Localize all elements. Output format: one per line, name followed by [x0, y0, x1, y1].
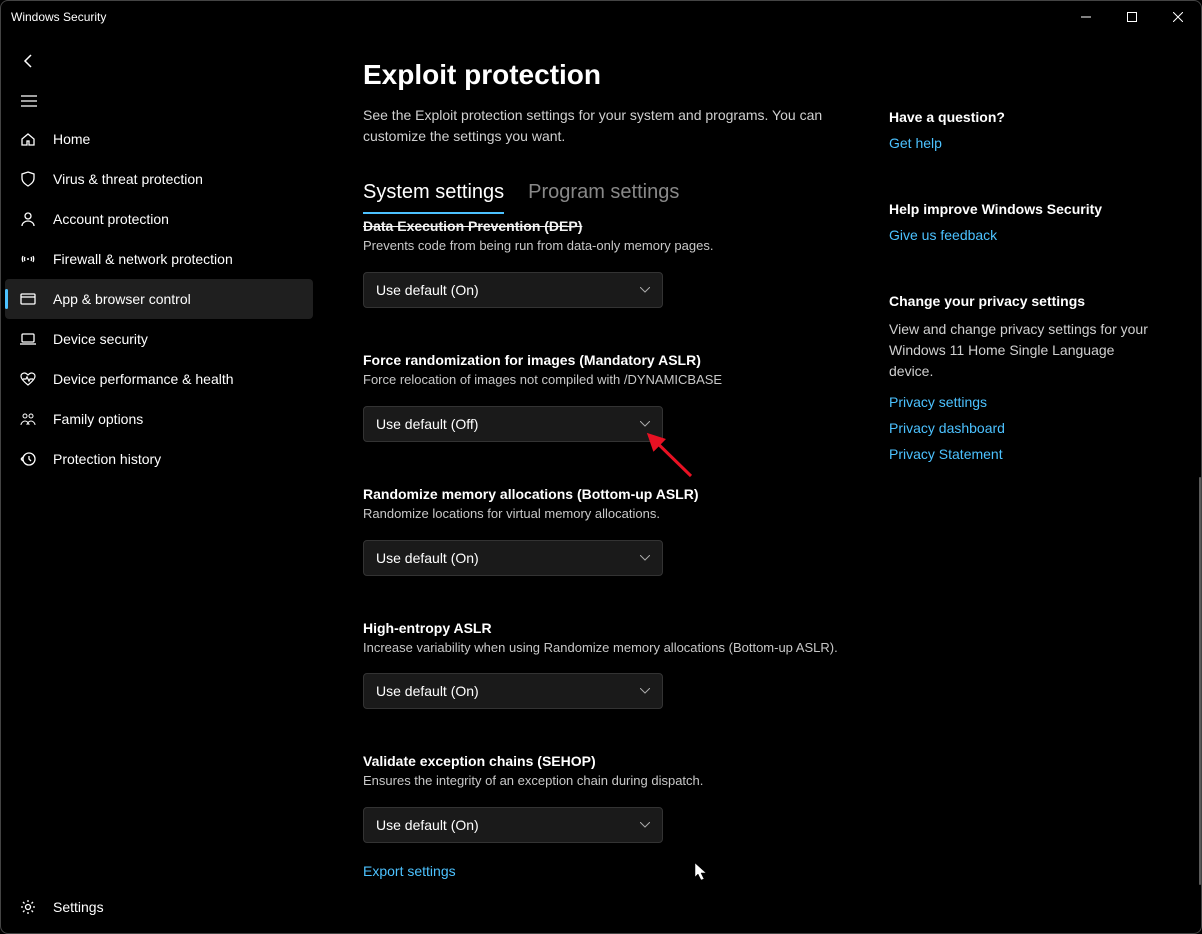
chevron-down-icon [640, 822, 650, 828]
setting-high-entropy-aslr: High-entropy ASLR Increase variability w… [363, 620, 839, 710]
dropdown-value: Use default (Off) [376, 416, 478, 432]
chevron-down-icon [640, 287, 650, 293]
sidebar: Home Virus & threat protection Account p… [1, 119, 319, 933]
sidebar-item-label: Family options [53, 411, 143, 427]
page-description: See the Exploit protection settings for … [363, 105, 833, 147]
chevron-down-icon [640, 688, 650, 694]
improve-group: Help improve Windows Security Give us fe… [889, 201, 1149, 243]
title-bar: Windows Security [1, 1, 1201, 33]
content: Exploit protection See the Exploit prote… [319, 119, 859, 933]
minimize-icon [1081, 12, 1091, 22]
dropdown-value: Use default (On) [376, 683, 479, 699]
help-title: Have a question? [889, 109, 1149, 125]
right-column: Have a question? Get help Help improve W… [859, 119, 1149, 933]
sidebar-item-performance[interactable]: Device performance & health [5, 359, 313, 399]
setting-sehop: Validate exception chains (SEHOP) Ensure… [363, 753, 839, 843]
main: Exploit protection See the Exploit prote… [319, 119, 1201, 933]
sidebar-item-label: Protection history [53, 451, 161, 467]
privacy-statement-link[interactable]: Privacy Statement [889, 446, 1149, 462]
gear-icon [19, 898, 37, 916]
back-button[interactable] [9, 41, 49, 81]
privacy-text: View and change privacy settings for you… [889, 319, 1149, 382]
laptop-icon [19, 330, 37, 348]
setting-desc: Force relocation of images not compiled … [363, 371, 839, 390]
dropdown-sehop[interactable]: Use default (On) [363, 807, 663, 843]
tabs: System settings Program settings [363, 181, 859, 214]
sidebar-item-label: App & browser control [53, 291, 191, 307]
sidebar-item-label: Settings [53, 899, 104, 915]
dropdown-value: Use default (On) [376, 817, 479, 833]
settings-scroll[interactable]: Data Execution Prevention (DEP) Prevents… [363, 214, 859, 894]
privacy-group: Change your privacy settings View and ch… [889, 293, 1149, 462]
dropdown-value: Use default (On) [376, 282, 479, 298]
sidebar-item-app-browser[interactable]: App & browser control [5, 279, 313, 319]
sidebar-item-family[interactable]: Family options [5, 399, 313, 439]
shield-icon [19, 170, 37, 188]
get-help-link[interactable]: Get help [889, 135, 1149, 151]
privacy-dashboard-link[interactable]: Privacy dashboard [889, 420, 1149, 436]
window-title: Windows Security [11, 10, 106, 24]
close-icon [1173, 12, 1183, 22]
history-icon [19, 450, 37, 468]
family-icon [19, 410, 37, 428]
person-icon [19, 210, 37, 228]
privacy-title: Change your privacy settings [889, 293, 1149, 309]
sidebar-item-account[interactable]: Account protection [5, 199, 313, 239]
home-icon [19, 130, 37, 148]
chevron-down-icon [640, 555, 650, 561]
dropdown-bottomup-aslr[interactable]: Use default (On) [363, 540, 663, 576]
dropdown-high-entropy-aslr[interactable]: Use default (On) [363, 673, 663, 709]
sidebar-item-label: Device performance & health [53, 371, 234, 387]
feedback-link[interactable]: Give us feedback [889, 227, 1149, 243]
back-arrow-icon [21, 53, 37, 69]
sidebar-item-label: Device security [53, 331, 148, 347]
chevron-down-icon [640, 421, 650, 427]
sidebar-item-firewall[interactable]: Firewall & network protection [5, 239, 313, 279]
sidebar-item-label: Firewall & network protection [53, 251, 233, 267]
antenna-icon [19, 250, 37, 268]
close-button[interactable] [1155, 1, 1201, 33]
dropdown-mandatory-aslr[interactable]: Use default (Off) [363, 406, 663, 442]
dropdown-value: Use default (On) [376, 550, 479, 566]
setting-desc: Randomize locations for virtual memory a… [363, 505, 839, 524]
setting-mandatory-aslr: Force randomization for images (Mandator… [363, 352, 839, 442]
tab-program-settings[interactable]: Program settings [528, 181, 679, 214]
sidebar-item-device-security[interactable]: Device security [5, 319, 313, 359]
scrollbar[interactable] [1199, 477, 1201, 885]
sidebar-item-settings[interactable]: Settings [5, 887, 319, 927]
sidebar-item-virus[interactable]: Virus & threat protection [5, 159, 313, 199]
setting-title: Randomize memory allocations (Bottom-up … [363, 486, 839, 502]
setting-dep: Data Execution Prevention (DEP) Prevents… [363, 218, 839, 308]
sidebar-item-label: Virus & threat protection [53, 171, 203, 187]
sidebar-item-history[interactable]: Protection history [5, 439, 313, 479]
heart-icon [19, 370, 37, 388]
window-controls [1063, 1, 1201, 33]
setting-bottomup-aslr: Randomize memory allocations (Bottom-up … [363, 486, 839, 576]
setting-desc: Prevents code from being run from data-o… [363, 237, 839, 256]
sidebar-item-label: Home [53, 131, 90, 147]
appwin-icon [19, 290, 37, 308]
setting-desc: Ensures the integrity of an exception ch… [363, 772, 839, 791]
sidebar-item-home[interactable]: Home [5, 119, 313, 159]
sidebar-item-label: Account protection [53, 211, 169, 227]
privacy-settings-link[interactable]: Privacy settings [889, 394, 1149, 410]
maximize-button[interactable] [1109, 1, 1155, 33]
help-group: Have a question? Get help [889, 109, 1149, 151]
maximize-icon [1127, 12, 1137, 22]
export-settings-link[interactable]: Export settings [363, 863, 839, 879]
setting-title: Force randomization for images (Mandator… [363, 352, 839, 368]
setting-desc: Increase variability when using Randomiz… [363, 639, 839, 658]
setting-title: Data Execution Prevention (DEP) [363, 218, 839, 234]
tab-system-settings[interactable]: System settings [363, 181, 504, 214]
setting-title: High-entropy ASLR [363, 620, 839, 636]
hamburger-icon [21, 95, 37, 107]
setting-title: Validate exception chains (SEHOP) [363, 753, 839, 769]
page-title: Exploit protection [363, 59, 601, 91]
minimize-button[interactable] [1063, 1, 1109, 33]
improve-title: Help improve Windows Security [889, 201, 1149, 217]
hamburger-button[interactable] [9, 81, 49, 121]
dropdown-dep[interactable]: Use default (On) [363, 272, 663, 308]
